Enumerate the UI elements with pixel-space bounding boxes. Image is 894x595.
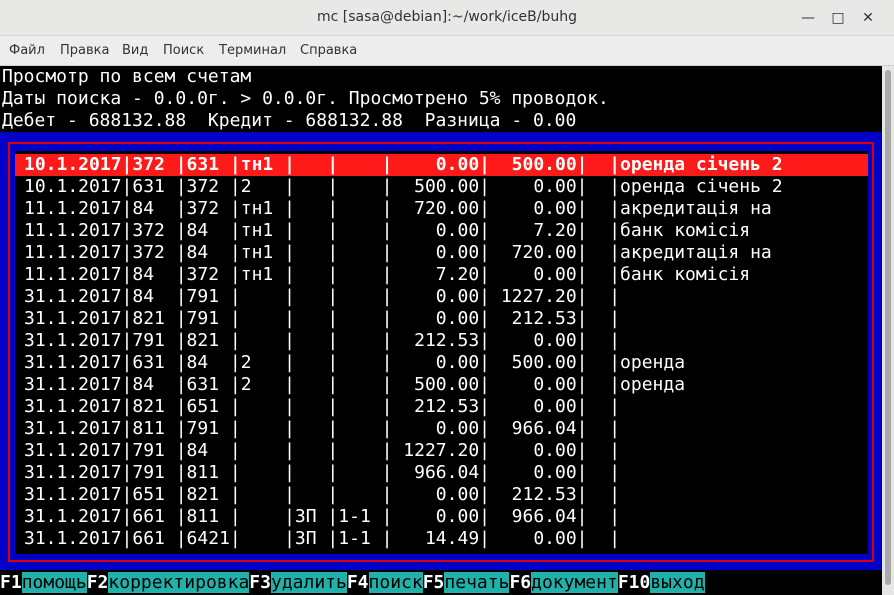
fkey-f4: F4 xyxy=(346,572,369,593)
list-row[interactable]: 31.1.2017|661 |811 | |ЗП |1-1 | 0.00| 96… xyxy=(24,506,864,528)
menu-view[interactable]: Вид xyxy=(122,43,148,58)
fkey-f5: F5 xyxy=(422,572,445,593)
menu-bar: Файл Правка Вид Поиск Терминал Справка xyxy=(0,36,894,66)
list-row[interactable]: 10.1.2017|631 |372 |2 | | | 500.00| 0.00… xyxy=(24,176,864,198)
menu-terminal[interactable]: Терминал xyxy=(219,43,286,58)
fkey-f1: F1 xyxy=(0,572,22,593)
list-row[interactable]: 31.1.2017|791 |84 | | | | 1227.20| 0.00|… xyxy=(24,440,864,462)
list-row[interactable]: 31.1.2017|811 |791 | | | | 0.00| 966.04|… xyxy=(24,418,864,440)
fkey-f6: F6 xyxy=(509,572,532,593)
window-title: mc [sasa@debian]:~/work/iceB/buhg xyxy=(317,9,577,25)
header-dates: Даты поиска - 0.0.0г. > 0.0.0г. Просмотр… xyxy=(2,88,609,109)
close-icon[interactable]: ✕ xyxy=(858,8,878,28)
menu-search[interactable]: Поиск xyxy=(163,43,204,58)
minimize-icon[interactable]: — xyxy=(798,8,818,28)
header-totals: Дебет - 688132.88 Кредит - 688132.88 Раз… xyxy=(2,110,577,131)
list-row[interactable]: 31.1.2017|821 |791 | | | | 0.00| 212.53|… xyxy=(24,308,864,330)
scrollbar[interactable] xyxy=(882,66,894,595)
list-row[interactable]: 31.1.2017|791 |821 | | | | 212.53| 0.00|… xyxy=(24,330,864,352)
search-button[interactable]: поиск xyxy=(368,572,423,593)
menu-help[interactable]: Справка xyxy=(300,43,357,58)
list-row[interactable]: 31.1.2017|791 |811 | | | | 966.04| 0.00|… xyxy=(24,462,864,484)
list-row[interactable]: 31.1.2017|661 |6421| |ЗП |1-1 | 14.49| 0… xyxy=(24,528,864,550)
function-key-bar: F1помощьF2корректировкаF3удалитьF4поискF… xyxy=(0,572,705,594)
menu-file[interactable]: Файл xyxy=(9,43,45,58)
list-row[interactable]: 11.1.2017|372 |84 |тн1 | | | 0.00| 720.0… xyxy=(24,242,864,264)
menu-edit[interactable]: Правка xyxy=(60,43,109,58)
list-row[interactable]: 11.1.2017|84 |372 |тн1 | | | 720.00| 0.0… xyxy=(24,198,864,220)
list-row[interactable]: 11.1.2017|372 |84 |тн1 | | | 0.00| 7.20|… xyxy=(24,220,864,242)
list-row[interactable]: 31.1.2017|821 |651 | | | | 212.53| 0.00|… xyxy=(24,396,864,418)
exit-button[interactable]: выход xyxy=(650,572,705,593)
fkey-f2: F2 xyxy=(86,572,109,593)
scrollbar-thumb[interactable] xyxy=(885,70,891,585)
fkey-f3: F3 xyxy=(249,572,271,593)
delete-button[interactable]: удалить xyxy=(270,572,347,593)
window-titlebar: mc [sasa@debian]:~/work/iceB/buhg — □ ✕ xyxy=(0,0,894,36)
header-title: Просмотр по всем счетам xyxy=(2,66,252,87)
document-button[interactable]: документ xyxy=(531,572,618,593)
edit-button[interactable]: корректировка xyxy=(108,572,250,593)
list-row[interactable]: 31.1.2017|631 |84 |2 | | | 0.00| 500.00|… xyxy=(24,352,864,374)
print-button[interactable]: печать xyxy=(444,572,510,593)
maximize-icon[interactable]: □ xyxy=(828,8,848,28)
list-row-selected[interactable]: 10.1.2017|372 |631 |тн1 | | | 0.00| 500.… xyxy=(15,154,868,176)
list-row[interactable]: 31.1.2017|651 |821 | | | | 0.00| 212.53|… xyxy=(24,484,864,506)
list-row[interactable]: 31.1.2017|84 |791 | | | | 0.00| 1227.20|… xyxy=(24,286,864,308)
list-row[interactable]: 31.1.2017|84 |631 |2 | | | 500.00| 0.00|… xyxy=(24,374,864,396)
fkey-f10: F10 xyxy=(617,572,651,593)
help-button[interactable]: помощь xyxy=(21,572,87,593)
list-row[interactable]: 11.1.2017|84 |372 |тн1 | | | 7.20| 0.00|… xyxy=(24,264,864,286)
